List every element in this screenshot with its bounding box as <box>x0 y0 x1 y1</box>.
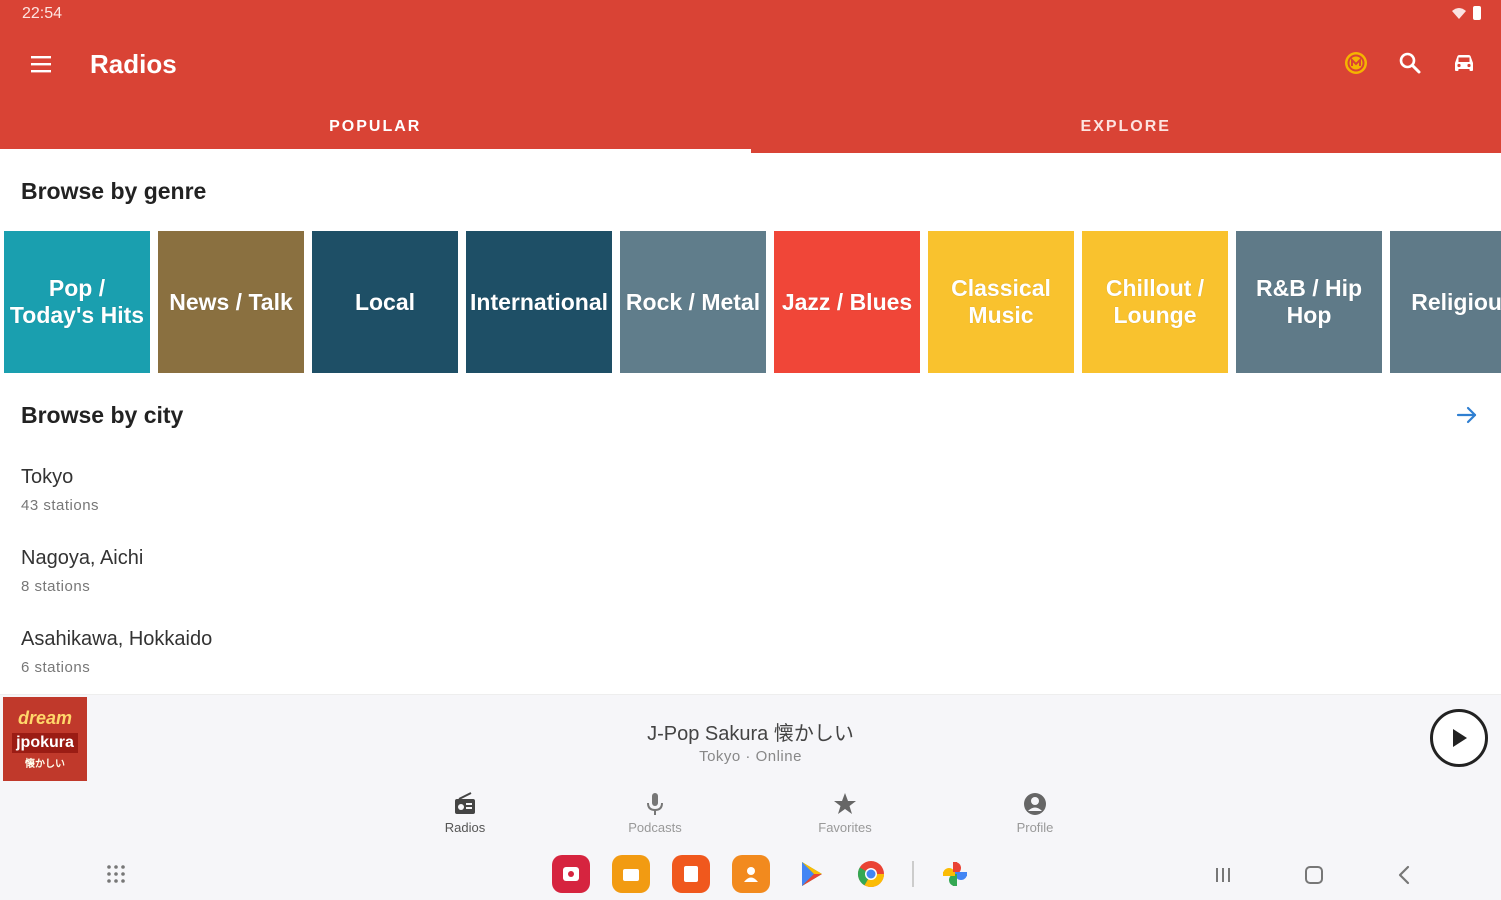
status-time: 22:54 <box>22 5 63 22</box>
profile-icon <box>1024 793 1046 815</box>
city-item-tokyo[interactable]: Tokyo 43 stations <box>21 466 621 514</box>
dock-separator <box>912 861 914 887</box>
tab-popular[interactable]: POPULAR <box>0 108 751 153</box>
premium-badge-icon <box>1345 52 1367 74</box>
contacts-app-icon[interactable] <box>732 855 770 893</box>
app-title: Radios <box>90 49 177 79</box>
browse-by-city-title: Browse by city <box>21 402 184 428</box>
city-name: Nagoya, Aichi <box>21 547 144 569</box>
genre-tile[interactable]: Local <box>312 231 458 373</box>
now-playing-title: J-Pop Sakura 懐かしい <box>647 723 854 745</box>
search-button[interactable] <box>1395 48 1425 78</box>
city-station-count: 6 stations <box>21 659 91 676</box>
home-icon[interactable] <box>1301 862 1327 888</box>
status-icons <box>1451 6 1481 20</box>
wifi-icon <box>1452 8 1466 19</box>
play-store-app-icon[interactable] <box>792 855 830 893</box>
city-station-count: 43 stations <box>21 497 100 514</box>
city-item-nagoya[interactable]: Nagoya, Aichi 8 stations <box>21 547 621 595</box>
nav-label: Favorites <box>818 820 872 835</box>
mini-player[interactable]: dream jpokura 懐かしい J-Pop Sakura 懐かしい Tok… <box>0 694 1501 782</box>
gallery-app-icon[interactable] <box>552 855 590 893</box>
genre-tile[interactable]: Chillout / Lounge <box>1082 231 1229 373</box>
car-mode-button[interactable] <box>1449 48 1479 78</box>
app-dock <box>552 855 974 893</box>
radio-app-screen: 22:54 Radios POPULAR EXPLORE Browse by g… <box>0 0 1501 900</box>
arrow-right-icon[interactable] <box>1454 402 1480 428</box>
menu-icon[interactable] <box>29 53 53 75</box>
radio-icon <box>455 792 475 814</box>
genre-tile[interactable]: Rock / Metal <box>620 231 767 373</box>
nav-label: Podcasts <box>628 820 682 835</box>
now-playing-subtitle: Tokyo · Online <box>699 748 802 765</box>
battery-icon <box>1473 6 1481 20</box>
files-app-icon[interactable] <box>612 855 650 893</box>
genre-tile[interactable]: News / Talk <box>158 231 304 373</box>
nav-podcasts[interactable]: Podcasts <box>595 790 715 835</box>
play-icon <box>1453 729 1467 747</box>
genre-carousel[interactable]: Pop / Today's Hits News / Talk Local Intern… <box>4 231 1501 373</box>
app-drawer-icon[interactable] <box>104 862 128 886</box>
premium-button[interactable] <box>1341 48 1371 78</box>
city-item-asahikawa[interactable]: Asahikawa, Hokkaido 6 stations <box>21 628 621 676</box>
nav-radios[interactable]: Radios <box>405 790 525 835</box>
genre-tile[interactable]: Jazz / Blues <box>774 231 921 373</box>
nav-label: Profile <box>1016 820 1054 835</box>
app-bar-actions <box>1341 48 1479 78</box>
genre-tile[interactable]: Religious <box>1390 231 1501 373</box>
play-button[interactable] <box>1430 709 1488 767</box>
browse-by-genre-title: Browse by genre <box>21 178 207 204</box>
back-icon[interactable] <box>1392 862 1418 888</box>
car-icon <box>1455 55 1473 71</box>
photos-app-icon[interactable] <box>936 855 974 893</box>
genre-tile[interactable]: International <box>466 231 613 373</box>
tab-explore[interactable]: EXPLORE <box>751 108 1501 153</box>
city-station-count: 8 stations <box>21 578 91 595</box>
city-name: Asahikawa, Hokkaido <box>21 628 213 650</box>
chrome-app-icon[interactable] <box>852 855 890 893</box>
system-taskbar <box>0 842 1501 900</box>
nav-profile[interactable]: Profile <box>975 790 1095 835</box>
genre-tile[interactable]: R&B / Hip Hop <box>1236 231 1383 373</box>
nav-label: Radios <box>444 820 486 835</box>
bottom-navigation: Radios Podcasts Favorites Profile <box>0 782 1501 842</box>
nav-favorites[interactable]: Favorites <box>785 790 905 835</box>
app-bar: 22:54 Radios POPULAR EXPLORE <box>0 0 1501 153</box>
star-icon <box>834 793 856 814</box>
genre-tile[interactable]: Pop / Today's Hits <box>4 231 150 373</box>
notes-app-icon[interactable] <box>672 855 710 893</box>
recent-apps-icon[interactable] <box>1210 862 1236 888</box>
microphone-icon <box>647 793 663 815</box>
search-icon <box>1399 52 1421 74</box>
city-name: Tokyo <box>21 466 74 488</box>
genre-tile[interactable]: Classical Music <box>928 231 1075 373</box>
tab-bar: POPULAR EXPLORE <box>0 108 1501 153</box>
